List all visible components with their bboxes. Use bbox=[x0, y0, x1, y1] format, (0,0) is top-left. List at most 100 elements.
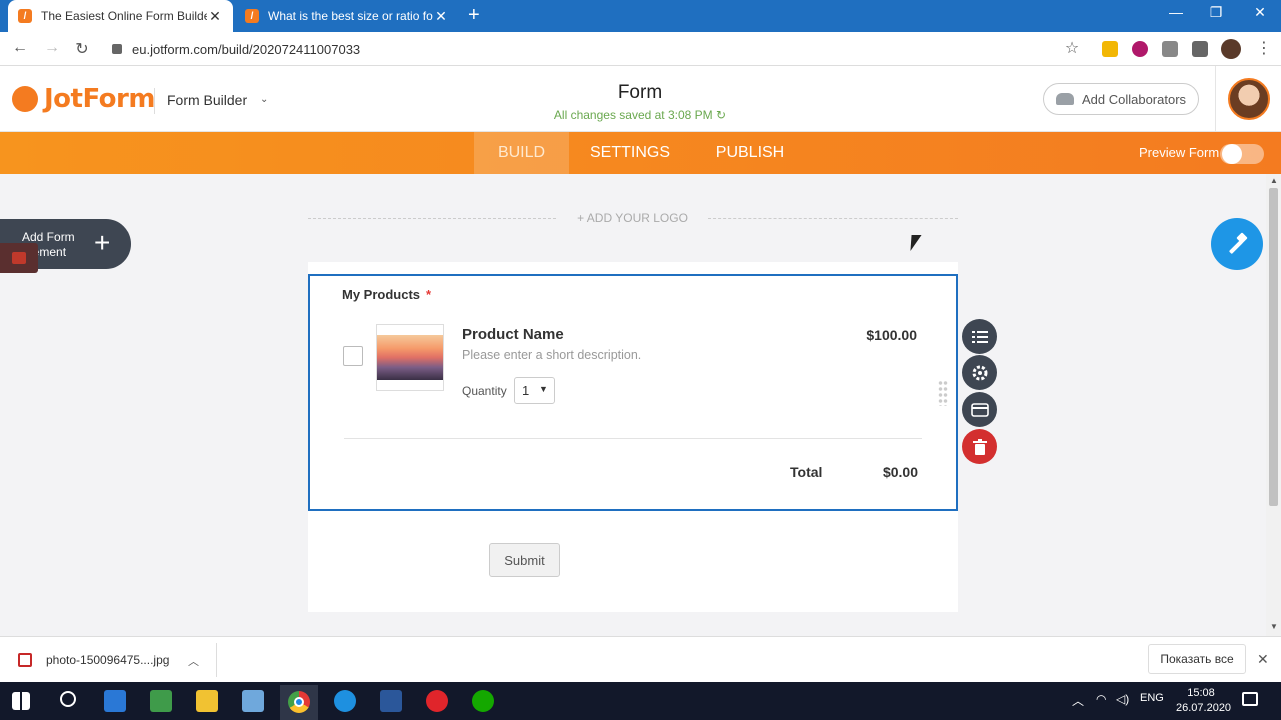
tab-title: The Easiest Online Form Builder | bbox=[41, 9, 207, 23]
form-designer-wand-icon[interactable] bbox=[1211, 218, 1263, 270]
notification-center-icon[interactable] bbox=[1242, 692, 1258, 706]
url-text: eu.jotform.com/build/202072411007033 bbox=[132, 41, 361, 57]
browser-menu-icon[interactable]: ⋮ bbox=[1254, 38, 1274, 58]
field-divider bbox=[344, 438, 922, 439]
volume-icon[interactable]: ◁) bbox=[1116, 692, 1129, 706]
field-settings-gear-icon[interactable] bbox=[962, 355, 997, 390]
windows-taskbar: ︿ ◠ ◁) ENG 15:08 26.07.2020 bbox=[0, 682, 1281, 720]
language-indicator[interactable]: ENG bbox=[1140, 692, 1164, 704]
address-bar: ← → ↻ eu.jotform.com/build/2020724110070… bbox=[0, 32, 1281, 66]
logo-dashed-line bbox=[708, 218, 958, 219]
wifi-icon[interactable]: ◠ bbox=[1096, 692, 1106, 706]
minimize-icon[interactable]: — bbox=[1166, 4, 1186, 20]
delete-trash-icon[interactable] bbox=[962, 429, 997, 464]
store-icon[interactable] bbox=[104, 690, 126, 712]
windows-start-icon[interactable] bbox=[12, 692, 30, 710]
clock-time: 15:08 bbox=[1187, 687, 1215, 699]
show-all-button[interactable]: Показать все bbox=[1148, 644, 1246, 674]
forward-icon[interactable]: → bbox=[42, 39, 62, 57]
url-field[interactable]: eu.jotform.com/build/202072411007033 bbox=[102, 36, 1092, 62]
close-tab-icon[interactable]: ✕ bbox=[207, 8, 223, 25]
add-form-element-button[interactable]: Add Form Element + bbox=[0, 219, 131, 273]
close-download-bar-icon[interactable]: ✕ bbox=[1257, 651, 1269, 668]
preview-form-label: Preview Form bbox=[1139, 145, 1220, 160]
product-name: Product Name bbox=[462, 326, 564, 343]
file-explorer-icon[interactable] bbox=[196, 690, 218, 712]
chevron-up-icon[interactable]: ︿ bbox=[188, 653, 199, 669]
opera-icon[interactable] bbox=[426, 690, 448, 712]
extensions-puzzle-icon[interactable] bbox=[1192, 41, 1208, 57]
jotform-logo[interactable]: JotForm bbox=[12, 84, 155, 114]
field-options-list-icon[interactable] bbox=[962, 319, 997, 354]
logo-text: JotForm bbox=[44, 84, 155, 114]
total-value: $0.00 bbox=[882, 464, 918, 480]
field-label[interactable]: My Products * bbox=[342, 287, 431, 302]
chevron-down-icon: ▼ bbox=[539, 384, 548, 394]
scrollbar-thumb[interactable] bbox=[1269, 188, 1278, 506]
download-divider bbox=[216, 643, 217, 677]
plus-icon: + bbox=[94, 227, 111, 258]
word-icon[interactable] bbox=[380, 690, 402, 712]
tab-image-ratio[interactable]: / What is the best size or ratio for ✕ bbox=[235, 0, 459, 32]
reload-icon[interactable]: ↻ bbox=[72, 39, 92, 59]
notepad-icon[interactable] bbox=[242, 690, 264, 712]
bookmark-star-icon[interactable]: ☆ bbox=[1062, 38, 1082, 58]
back-icon[interactable]: ← bbox=[10, 39, 30, 57]
chevron-down-icon[interactable]: ⌄ bbox=[260, 94, 268, 105]
refresh-icon[interactable]: ↻ bbox=[716, 108, 726, 122]
new-tab-button[interactable]: + bbox=[468, 4, 480, 26]
upwork-icon[interactable] bbox=[472, 690, 494, 712]
quantity-value: 1 bbox=[522, 383, 530, 398]
form-title[interactable]: Form bbox=[540, 82, 740, 104]
field-label-text: My Products bbox=[342, 287, 421, 302]
quantity-label: Quantity bbox=[462, 384, 507, 398]
scroll-down-icon[interactable]: ▼ bbox=[1270, 622, 1278, 631]
product-price: $100.00 bbox=[866, 327, 917, 343]
drag-handle-icon[interactable] bbox=[938, 380, 948, 406]
tab-publish[interactable]: PUBLISH bbox=[700, 132, 800, 174]
builder-nav: BUILD SETTINGS PUBLISH Preview Form bbox=[0, 132, 1281, 174]
add-collaborators-label: Add Collaborators bbox=[1081, 91, 1187, 107]
preview-form-toggle[interactable] bbox=[1220, 144, 1264, 164]
save-status-text: All changes saved at 3:08 PM bbox=[553, 108, 713, 122]
close-tab-icon[interactable]: ✕ bbox=[433, 8, 449, 25]
skype-icon[interactable] bbox=[334, 690, 356, 712]
scroll-up-icon[interactable]: ▲ bbox=[1270, 176, 1278, 185]
search-icon[interactable] bbox=[60, 691, 76, 707]
extension-grid-icon[interactable] bbox=[1162, 41, 1178, 57]
system-clock[interactable]: 15:08 26.07.2020 bbox=[1176, 686, 1231, 716]
restore-icon[interactable]: ❐ bbox=[1206, 4, 1226, 21]
download-bar: photo-150096475....jpg ︿ Показать все ✕ bbox=[0, 636, 1281, 682]
logo-dashed-line bbox=[308, 218, 556, 219]
lock-icon bbox=[112, 44, 122, 54]
tab-build[interactable]: BUILD bbox=[474, 132, 569, 174]
profile-avatar[interactable] bbox=[1221, 39, 1241, 59]
add-logo-link[interactable]: + ADD YOUR LOGO bbox=[560, 211, 705, 225]
jotform-favicon-icon: / bbox=[18, 9, 32, 23]
download-item[interactable]: photo-150096475....jpg bbox=[18, 653, 169, 667]
chrome-icon[interactable] bbox=[280, 685, 318, 720]
product-checkbox[interactable] bbox=[343, 346, 363, 366]
browser-tab-strip: / The Easiest Online Form Builder | ✕ / … bbox=[0, 0, 1281, 32]
save-status: All changes saved at 3:08 PM ↻ bbox=[480, 108, 800, 122]
overlay-app-icon[interactable] bbox=[0, 243, 38, 273]
jotform-favicon-icon: / bbox=[245, 9, 259, 23]
submit-button[interactable]: Submit bbox=[489, 543, 560, 577]
header-divider bbox=[1215, 66, 1216, 132]
calculator-icon[interactable] bbox=[150, 690, 172, 712]
users-icon bbox=[1055, 93, 1074, 105]
page-scrollbar[interactable]: ▲ ▼ bbox=[1266, 174, 1281, 636]
add-collaborators-button[interactable]: Add Collaborators bbox=[1043, 83, 1199, 115]
product-image bbox=[377, 335, 443, 380]
payment-card-icon[interactable] bbox=[962, 392, 997, 427]
total-label: Total bbox=[790, 464, 823, 480]
quantity-select[interactable]: 1 ▼ bbox=[514, 377, 555, 404]
close-window-icon[interactable]: ✕ bbox=[1250, 4, 1270, 21]
tray-chevron-up-icon[interactable]: ︿ bbox=[1072, 692, 1084, 709]
extension-circle-icon[interactable] bbox=[1132, 41, 1148, 57]
extension-lock-icon[interactable] bbox=[1102, 41, 1118, 57]
user-avatar[interactable] bbox=[1228, 78, 1270, 120]
tab-jotform-builder[interactable]: / The Easiest Online Form Builder | ✕ bbox=[8, 0, 233, 32]
tab-settings[interactable]: SETTINGS bbox=[580, 132, 680, 174]
form-builder-menu[interactable]: Form Builder bbox=[167, 92, 247, 108]
